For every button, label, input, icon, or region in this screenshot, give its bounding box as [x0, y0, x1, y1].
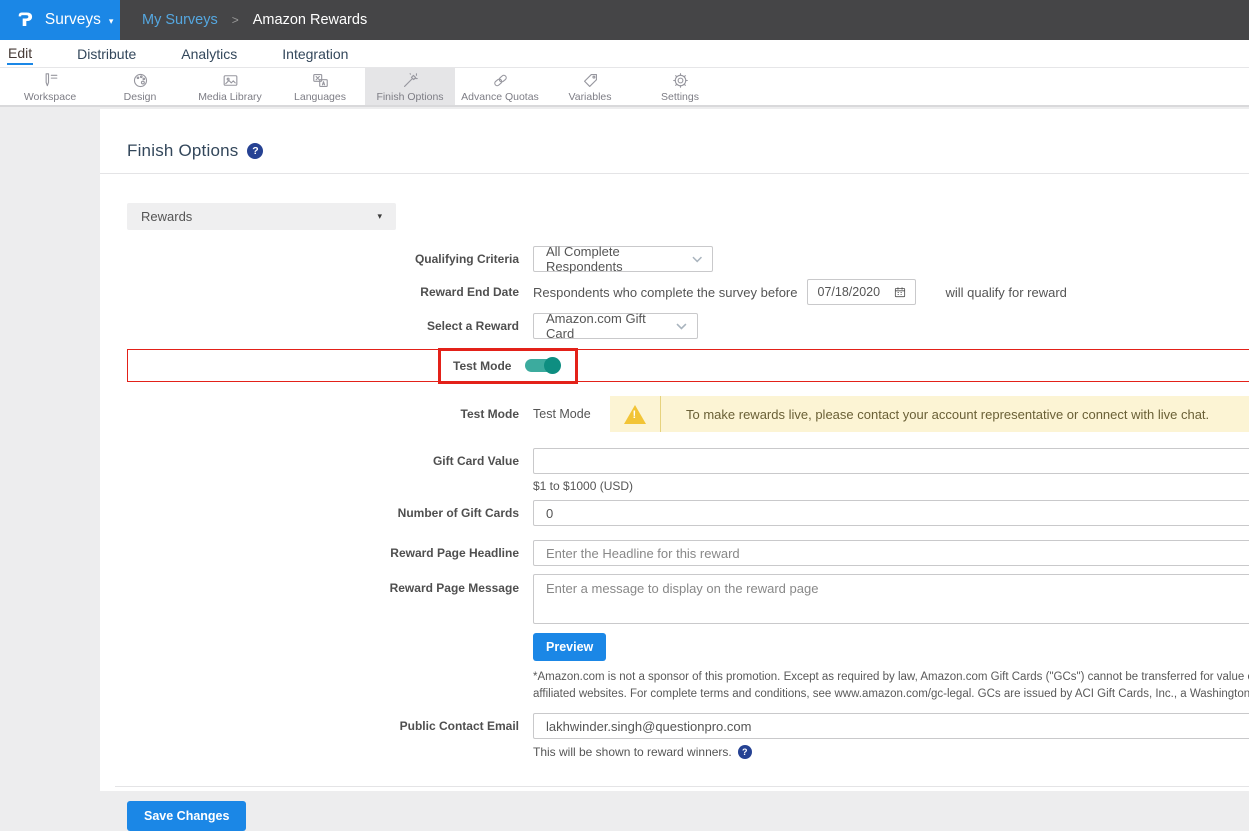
- reward-page-headline-label: Reward Page Headline: [127, 546, 519, 560]
- warning-message: To make rewards live, please contact you…: [661, 396, 1209, 432]
- reward-end-date-prefix: Respondents who complete the survey befo…: [533, 285, 798, 300]
- edit-section-toolbar: Workspace Design Media Library Languages…: [0, 68, 1249, 107]
- reward-end-date-suffix: will qualify for reward: [946, 285, 1067, 300]
- finish-options-panel: Finish Options ? Rewards ▾ Qualifying Cr…: [100, 109, 1249, 791]
- app-menu-label: Surveys: [45, 11, 101, 29]
- chevron-down-icon: ▾: [109, 16, 114, 27]
- finish-options-icon: [401, 71, 420, 90]
- number-of-gift-cards-input[interactable]: [533, 500, 1249, 526]
- preview-button[interactable]: Preview: [533, 633, 606, 661]
- gift-card-value-helper: $1 to $1000 (USD): [533, 479, 1249, 493]
- toolbar-item-advance-quotas[interactable]: Advance Quotas: [455, 68, 545, 105]
- test-mode-toggle-label: Test Mode: [453, 359, 511, 373]
- languages-icon: [311, 71, 330, 90]
- surveys-app-menu[interactable]: Ɂ Surveys ▾: [0, 0, 120, 40]
- caret-down-icon: ▾: [377, 211, 382, 222]
- qualifying-criteria-label: Qualifying Criteria: [127, 252, 519, 266]
- toolbar-item-variables[interactable]: Variables: [545, 68, 635, 105]
- save-changes-button[interactable]: Save Changes: [127, 801, 246, 831]
- public-contact-email-helper: This will be shown to reward winners.: [533, 745, 732, 759]
- rewards-dropdown[interactable]: Rewards ▾: [127, 203, 396, 230]
- select-reward-label: Select a Reward: [127, 319, 519, 333]
- main-nav-tabs: Edit Distribute Analytics Integration: [0, 40, 1249, 68]
- breadcrumb: My Surveys > Amazon Rewards: [120, 0, 1249, 40]
- public-contact-email-input[interactable]: [533, 713, 1249, 739]
- warning-triangle-icon: [624, 405, 646, 424]
- test-mode-highlight-box: Test Mode: [438, 348, 578, 384]
- gift-card-value-input[interactable]: [533, 448, 1249, 474]
- calendar-icon: [893, 285, 907, 299]
- reward-end-date-label: Reward End Date: [127, 285, 519, 299]
- design-icon: [131, 71, 150, 90]
- questionpro-logo: Ɂ: [18, 9, 33, 31]
- breadcrumb-my-surveys[interactable]: My Surveys: [142, 12, 218, 28]
- test-mode-status-label: Test Mode: [127, 407, 519, 421]
- variables-icon: [581, 71, 600, 90]
- toolbar-item-settings[interactable]: Settings: [635, 68, 725, 105]
- toolbar-item-finish-options[interactable]: Finish Options: [365, 68, 455, 105]
- gift-card-value-label: Gift Card Value: [127, 448, 519, 474]
- help-icon[interactable]: ?: [247, 143, 263, 159]
- breadcrumb-separator: >: [232, 13, 239, 27]
- reward-page-message-input[interactable]: [533, 574, 1249, 624]
- media-library-icon: [221, 71, 240, 90]
- reward-page-headline-input[interactable]: [533, 540, 1249, 566]
- toolbar-item-design[interactable]: Design: [95, 68, 185, 105]
- advance-quotas-icon: [491, 71, 510, 90]
- public-contact-email-label: Public Contact Email: [127, 713, 519, 739]
- toolbar-item-languages[interactable]: Languages: [275, 68, 365, 105]
- select-reward-select[interactable]: Amazon.com Gift Card: [533, 313, 698, 339]
- qualifying-criteria-select[interactable]: All Complete Respondents: [533, 246, 713, 272]
- top-header: Ɂ Surveys ▾ My Surveys > Amazon Rewards: [0, 0, 1249, 40]
- tab-analytics[interactable]: Analytics: [180, 44, 238, 64]
- test-mode-toggle[interactable]: [525, 359, 559, 372]
- tab-edit[interactable]: Edit: [7, 43, 33, 65]
- page-title: Finish Options: [127, 141, 238, 161]
- breadcrumb-current-survey: Amazon Rewards: [253, 12, 367, 28]
- help-icon[interactable]: ?: [738, 745, 752, 759]
- chevron-down-icon: [692, 256, 702, 263]
- tab-integration[interactable]: Integration: [281, 44, 349, 64]
- amazon-disclaimer: *Amazon.com is not a sponsor of this pro…: [533, 669, 1249, 703]
- reward-page-message-label: Reward Page Message: [127, 574, 519, 596]
- number-of-gift-cards-label: Number of Gift Cards: [127, 506, 519, 520]
- toolbar-item-workspace[interactable]: Workspace: [5, 68, 95, 105]
- settings-icon: [671, 71, 690, 90]
- toolbar-item-media-library[interactable]: Media Library: [185, 68, 275, 105]
- chevron-down-icon: [676, 323, 687, 330]
- toggle-knob: [544, 357, 561, 374]
- test-mode-status-value: Test Mode: [533, 407, 610, 421]
- workspace-icon: [41, 71, 60, 90]
- panel-divider: [115, 786, 1249, 787]
- reward-end-date-input[interactable]: 07/18/2020: [807, 279, 916, 305]
- test-mode-warning-banner: To make rewards live, please contact you…: [610, 396, 1249, 432]
- tab-distribute[interactable]: Distribute: [76, 44, 137, 64]
- test-mode-highlight-row: Test Mode: [127, 349, 1249, 382]
